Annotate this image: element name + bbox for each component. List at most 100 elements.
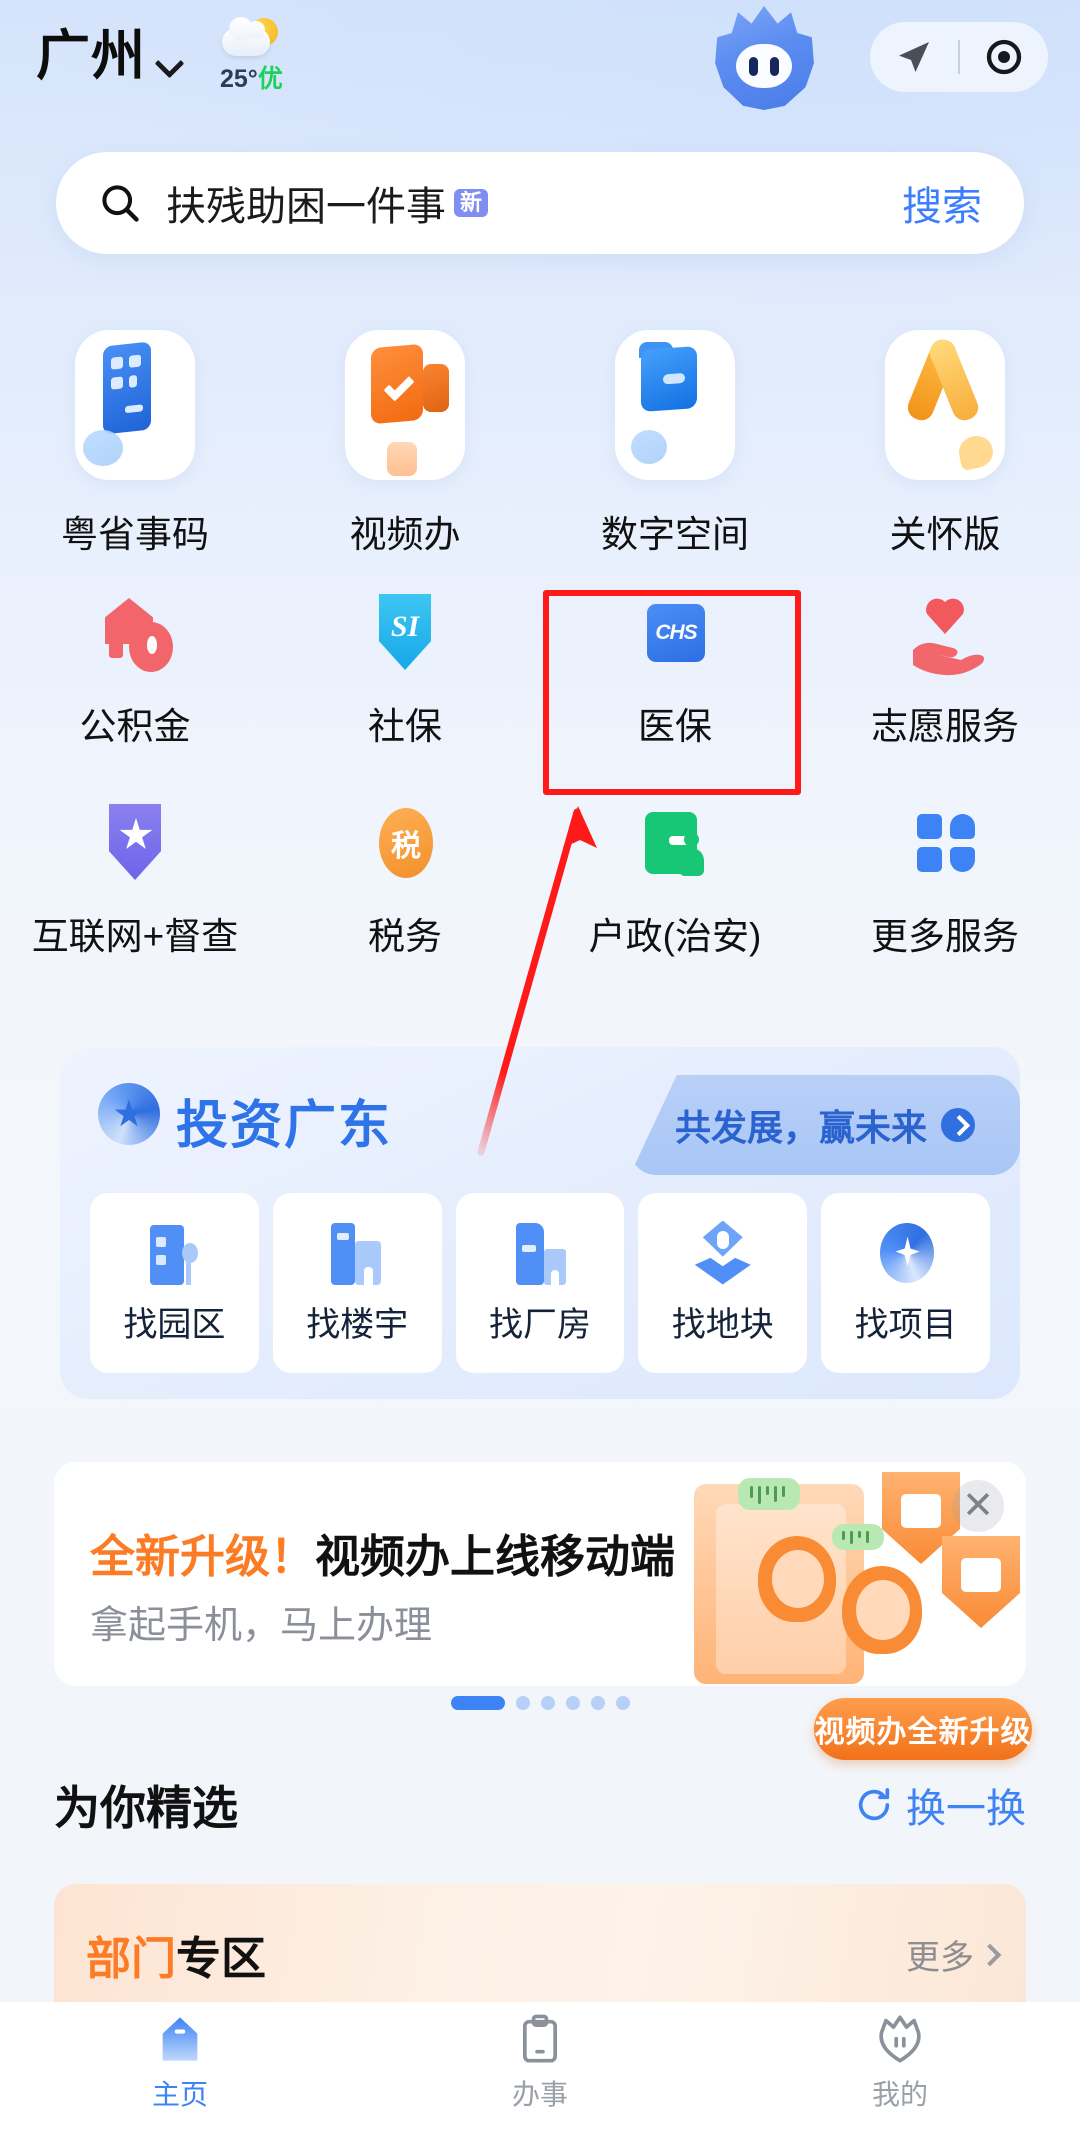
promo-title: 全新升级！视频办上线移动端 <box>90 1520 675 1585</box>
care-ribbon-icon <box>885 330 1005 480</box>
grid-item-yuesheng-code[interactable]: 粤省事码 <box>0 320 270 570</box>
carousel-dot[interactable] <box>450 1696 505 1710</box>
grid-item-volunteer-service[interactable]: 志愿服务 <box>810 570 1080 780</box>
department-more-label: 更多 <box>906 1939 974 1977</box>
search-input[interactable]: 扶残助困一件事 新 <box>166 174 489 232</box>
grid-item-housing-fund[interactable]: 公积金 <box>0 570 270 780</box>
grid-item-tax[interactable]: 税 税务 <box>270 780 540 990</box>
chevron-right-icon <box>978 1943 1002 1966</box>
service-grid-row: 公积金 SI 社保 CHS 医保 志愿服务 <box>0 570 1080 780</box>
tab-home[interactable]: 主页 <box>0 2002 360 2142</box>
grid-item-label: 更多服务 <box>871 916 1019 957</box>
grid-item-label: 志愿服务 <box>871 706 1019 747</box>
grid-item-more-services[interactable]: 更多服务 <box>810 780 1080 990</box>
weather-widget[interactable]: 25°优 <box>220 16 283 95</box>
grid-item-label: 视频办 <box>349 514 461 555</box>
invest-guangdong-logo-icon <box>98 1083 160 1145</box>
invest-item-label: 找园区 <box>123 1305 226 1344</box>
invest-item-land[interactable]: 找地块 <box>638 1193 808 1373</box>
home-icon <box>162 2017 198 2061</box>
dept-title-rest: 专区 <box>176 1933 267 1984</box>
grid-item-digital-space[interactable]: 数字空间 <box>540 320 810 570</box>
invest-guangdong-card[interactable]: 投资广东 共发展，赢未来 找园区 找楼宇 找厂房 找地块 找项目 <box>60 1047 1020 1399</box>
household-police-card-icon <box>629 798 721 890</box>
volunteer-heart-hand-icon <box>899 588 991 680</box>
invest-slogan-button[interactable]: 共发展，赢未来 <box>630 1075 1020 1175</box>
id-code-card-icon <box>75 330 195 480</box>
invest-item-label: 找厂房 <box>488 1305 591 1344</box>
service-grid: 粤省事码 视频办 数字空间 关怀版 公积金 SI 社保 CHS 医保 志愿服务 … <box>0 320 1080 990</box>
grid-item-social-insurance[interactable]: SI 社保 <box>270 570 540 780</box>
invest-item-label: 找楼宇 <box>306 1305 409 1344</box>
city-selector[interactable]: 广州 <box>36 29 182 83</box>
weather-temp: 25° <box>220 64 258 93</box>
grid-item-label: 公积金 <box>79 706 191 747</box>
mascot-avatar-icon[interactable] <box>712 6 816 110</box>
grid-item-label: 数字空间 <box>601 514 749 555</box>
industrial-park-icon <box>138 1221 210 1287</box>
weather-text: 25°优 <box>220 59 283 95</box>
refresh-label: 换一换 <box>906 1787 1026 1831</box>
sun-behind-cloud-icon <box>220 16 282 58</box>
service-grid-row: 粤省事码 视频办 数字空间 关怀版 <box>0 320 1080 570</box>
service-grid-row: 互联网+督查 税 税务 户政(治安) 更多服务 <box>0 780 1080 990</box>
app-screen: 广州 25°优 扶残助困一件事 新 搜索 粤省事码 视频办 数字空间 关怀版 公… <box>0 0 1080 2142</box>
grid-item-internet-supervision[interactable]: 互联网+督查 <box>0 780 270 990</box>
promo-close-button[interactable]: ✕ <box>952 1480 1004 1532</box>
profile-icon <box>879 2015 921 2063</box>
grid-item-video-service[interactable]: 视频办 <box>270 320 540 570</box>
grid-item-label: 互联网+督查 <box>31 916 239 957</box>
page-title: 为你精选 <box>54 1782 238 1834</box>
location-pill[interactable] <box>870 22 1048 92</box>
grid-item-care-version[interactable]: 关怀版 <box>810 320 1080 570</box>
featured-section-header: 为你精选 换一换 <box>54 1772 1026 1838</box>
invest-item-park[interactable]: 找园区 <box>90 1193 259 1373</box>
tab-label: 办事 <box>511 2079 568 2110</box>
invest-item-factory[interactable]: 找厂房 <box>455 1193 625 1373</box>
factory-icon <box>504 1221 576 1287</box>
target-circle-icon[interactable] <box>960 37 1048 77</box>
weather-aqi: 优 <box>257 64 283 93</box>
tab-profile[interactable]: 我的 <box>720 2002 1080 2142</box>
housing-fund-icon <box>89 588 181 680</box>
tab-services[interactable]: 办事 <box>360 2002 720 2142</box>
clipboard-icon <box>522 2014 558 2063</box>
land-parcel-pin-icon <box>687 1220 759 1287</box>
project-star-icon <box>870 1221 942 1287</box>
close-icon: ✕ <box>962 1485 994 1527</box>
tab-label: 主页 <box>151 2079 208 2110</box>
city-name: 广州 <box>36 26 146 86</box>
department-more-button[interactable]: 更多 <box>906 1930 1002 1979</box>
invest-item-project[interactable]: 找项目 <box>821 1193 990 1373</box>
more-services-grid-icon <box>899 798 991 890</box>
search-button[interactable]: 搜索 <box>902 174 982 232</box>
promo-title-highlight: 全新升级！ <box>90 1531 316 1582</box>
video-handle-icon <box>345 330 465 480</box>
navigation-arrow-icon[interactable] <box>870 37 958 77</box>
chs-medical-insurance-icon: CHS <box>629 588 721 680</box>
refresh-button[interactable]: 换一换 <box>854 1776 1026 1834</box>
department-zone-title: 部门专区 <box>86 1922 266 1987</box>
department-zone-card[interactable]: 部门专区 更多 <box>54 1884 1026 2002</box>
supervision-shield-star-icon <box>89 798 181 890</box>
tax-icon: 税 <box>359 798 451 890</box>
grid-item-label: 社保 <box>368 706 442 747</box>
promo-banner[interactable]: 全新升级！视频办上线移动端 拿起手机，马上办理 ✕ <box>54 1462 1026 1686</box>
carousel-dot[interactable] <box>615 1696 630 1710</box>
carousel-dots[interactable] <box>0 1696 1080 1710</box>
carousel-dot[interactable] <box>540 1696 555 1710</box>
grid-item-label: 关怀版 <box>889 514 1001 555</box>
carousel-dot[interactable] <box>590 1696 605 1710</box>
carousel-dot[interactable] <box>515 1696 530 1710</box>
social-insurance-shield-icon: SI <box>359 588 451 680</box>
promo-badge-label: 视频办全新升级 <box>814 1716 1032 1749</box>
promo-title-rest: 视频办上线移动端 <box>315 1531 676 1582</box>
grid-item-household-police[interactable]: 户政(治安) <box>540 780 810 990</box>
invest-item-building[interactable]: 找楼宇 <box>272 1193 442 1373</box>
grid-item-medical-insurance[interactable]: CHS 医保 <box>540 570 810 780</box>
refresh-icon <box>858 1788 890 1821</box>
carousel-dot[interactable] <box>565 1696 580 1710</box>
promo-subtitle: 拿起手机，马上办理 <box>90 1605 433 1647</box>
search-bar[interactable]: 扶残助困一件事 新 搜索 <box>56 152 1024 254</box>
office-building-icon <box>321 1221 393 1287</box>
